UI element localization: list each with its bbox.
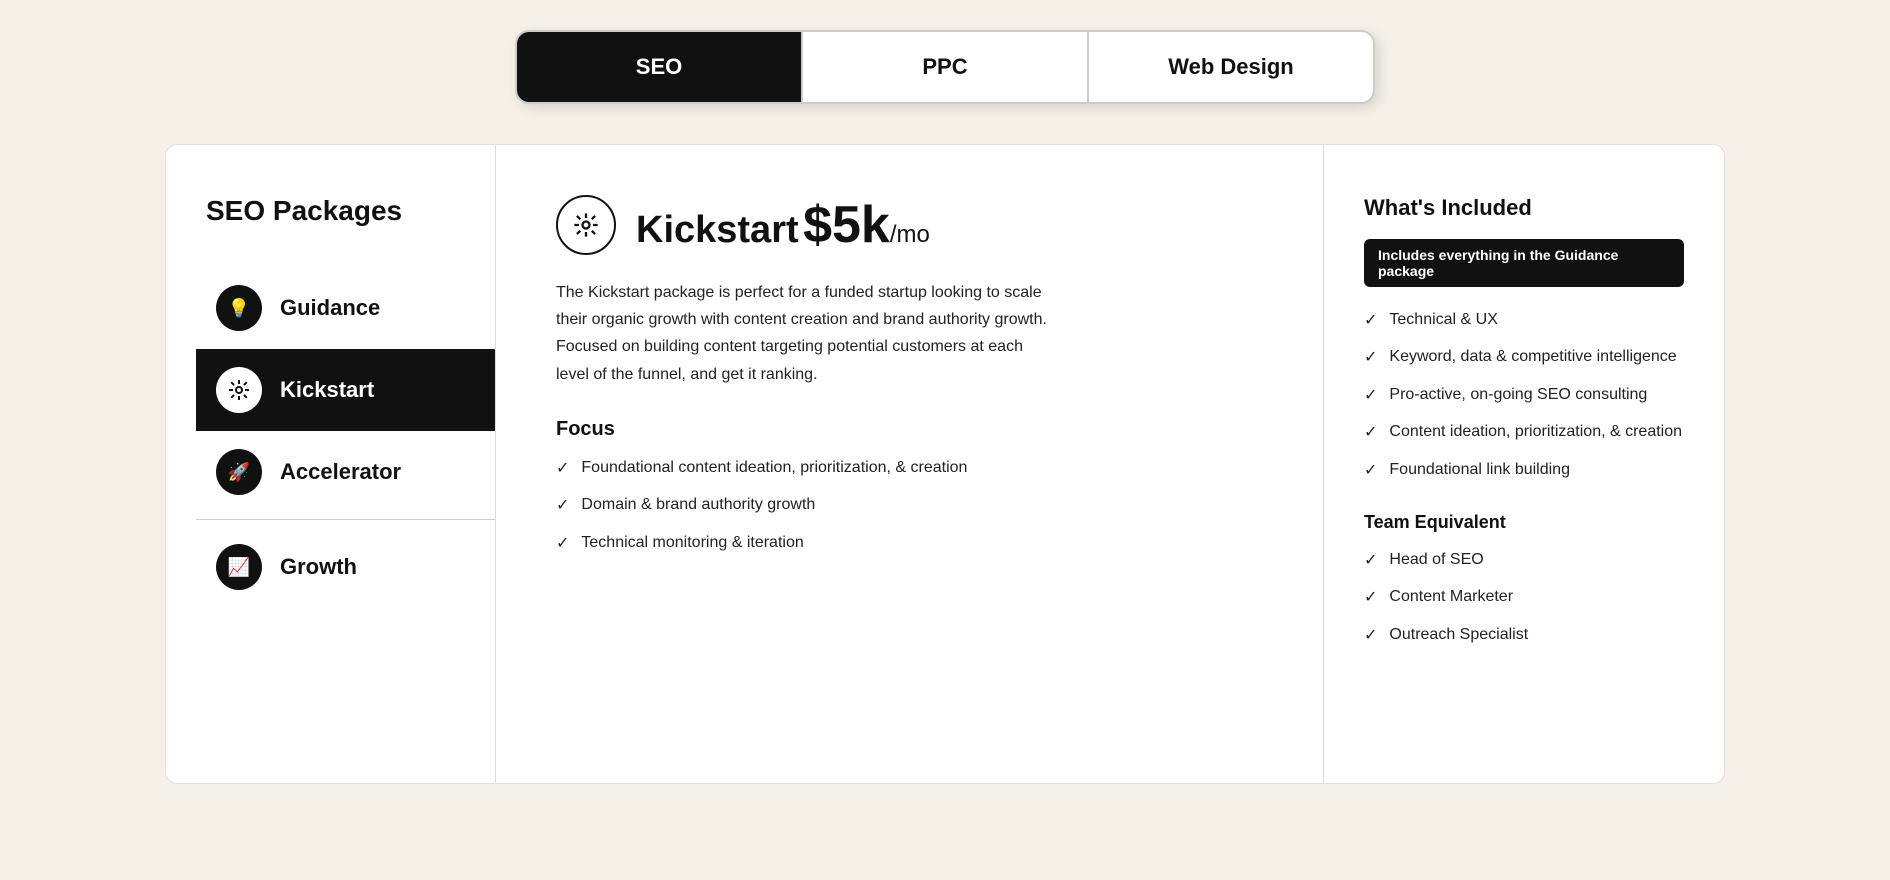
accelerator-icon: 🚀 — [216, 449, 262, 495]
included-item-4: ✓ Foundational link building — [1364, 459, 1684, 482]
included-item-label-3: Content ideation, prioritization, & crea… — [1389, 421, 1682, 443]
package-price: $5k — [803, 196, 890, 254]
included-item-label-0: Technical & UX — [1389, 309, 1498, 331]
included-item-0: ✓ Technical & UX — [1364, 309, 1684, 332]
included-title: What's Included — [1364, 195, 1684, 221]
focus-item-1: ✓ Domain & brand authority growth — [556, 494, 1263, 517]
focus-item-2: ✓ Technical monitoring & iteration — [556, 532, 1263, 555]
focus-title: Focus — [556, 418, 1263, 441]
team-item-0: ✓ Head of SEO — [1364, 549, 1684, 572]
sidebar-item-label-accelerator: Accelerator — [280, 459, 401, 485]
team-item-label-2: Outreach Specialist — [1389, 624, 1528, 646]
growth-icon: 📈 — [216, 544, 262, 590]
sidebar-title: SEO Packages — [206, 195, 495, 227]
check-icon-inc-3: ✓ — [1364, 422, 1377, 444]
package-header: Kickstart $5k/mo — [556, 195, 1263, 255]
included-item-2: ✓ Pro-active, on-going SEO consulting — [1364, 384, 1684, 407]
tab-ppc[interactable]: PPC — [803, 32, 1089, 102]
sidebar: SEO Packages 💡 Guidance Kickstart 🚀 Acce… — [166, 145, 496, 783]
included-item-label-1: Keyword, data & competitive intelligence — [1389, 346, 1676, 368]
focus-item-label-1: Domain & brand authority growth — [581, 494, 815, 516]
check-icon-inc-0: ✓ — [1364, 310, 1377, 332]
team-item-1: ✓ Content Marketer — [1364, 586, 1684, 609]
included-list: ✓ Technical & UX ✓ Keyword, data & compe… — [1364, 309, 1684, 482]
check-icon-team-2: ✓ — [1364, 625, 1377, 647]
package-name: Kickstart — [636, 209, 799, 251]
focus-item-label-2: Technical monitoring & iteration — [581, 532, 803, 554]
detail-area: Kickstart $5k/mo The Kickstart package i… — [496, 145, 1324, 783]
sidebar-item-label-guidance: Guidance — [280, 295, 380, 321]
sidebar-divider — [196, 519, 495, 520]
included-badge: Includes everything in the Guidance pack… — [1364, 239, 1684, 287]
package-description: The Kickstart package is perfect for a f… — [556, 279, 1056, 388]
included-item-label-2: Pro-active, on-going SEO consulting — [1389, 384, 1647, 406]
sidebar-item-kickstart[interactable]: Kickstart — [196, 349, 495, 431]
included-item-1: ✓ Keyword, data & competitive intelligen… — [1364, 346, 1684, 369]
check-icon-inc-4: ✓ — [1364, 460, 1377, 482]
included-item-3: ✓ Content ideation, prioritization, & cr… — [1364, 421, 1684, 444]
main-content: SEO Packages 💡 Guidance Kickstart 🚀 Acce… — [165, 144, 1725, 784]
sidebar-item-label-kickstart: Kickstart — [280, 377, 374, 403]
check-icon-2: ✓ — [556, 533, 569, 555]
kickstart-icon — [216, 367, 262, 413]
tab-seo[interactable]: SEO — [517, 32, 803, 102]
sidebar-item-growth[interactable]: 📈 Growth — [206, 526, 495, 608]
package-icon — [556, 195, 616, 255]
sidebar-item-guidance[interactable]: 💡 Guidance — [206, 267, 495, 349]
included-panel: What's Included Includes everything in t… — [1324, 145, 1724, 783]
focus-item-label-0: Foundational content ideation, prioritiz… — [581, 457, 967, 479]
focus-item-0: ✓ Foundational content ideation, priorit… — [556, 457, 1263, 480]
check-icon-inc-2: ✓ — [1364, 385, 1377, 407]
included-item-label-4: Foundational link building — [1389, 459, 1570, 481]
tab-selector: SEO PPC Web Design — [515, 30, 1375, 104]
sidebar-item-label-growth: Growth — [280, 554, 357, 580]
team-item-label-1: Content Marketer — [1389, 586, 1513, 608]
sidebar-item-accelerator[interactable]: 🚀 Accelerator — [206, 431, 495, 513]
tab-web-design[interactable]: Web Design — [1089, 32, 1373, 102]
team-item-label-0: Head of SEO — [1389, 549, 1483, 571]
check-icon-1: ✓ — [556, 495, 569, 517]
check-icon-inc-1: ✓ — [1364, 347, 1377, 369]
team-list: ✓ Head of SEO ✓ Content Marketer ✓ Outre… — [1364, 549, 1684, 647]
focus-list: ✓ Foundational content ideation, priorit… — [556, 457, 1263, 555]
team-item-2: ✓ Outreach Specialist — [1364, 624, 1684, 647]
package-price-unit: /mo — [890, 221, 930, 248]
package-title-group: Kickstart $5k/mo — [636, 195, 930, 255]
check-icon-0: ✓ — [556, 458, 569, 480]
guidance-icon: 💡 — [216, 285, 262, 331]
team-equivalent-title: Team Equivalent — [1364, 512, 1684, 533]
check-icon-team-0: ✓ — [1364, 550, 1377, 572]
check-icon-team-1: ✓ — [1364, 587, 1377, 609]
